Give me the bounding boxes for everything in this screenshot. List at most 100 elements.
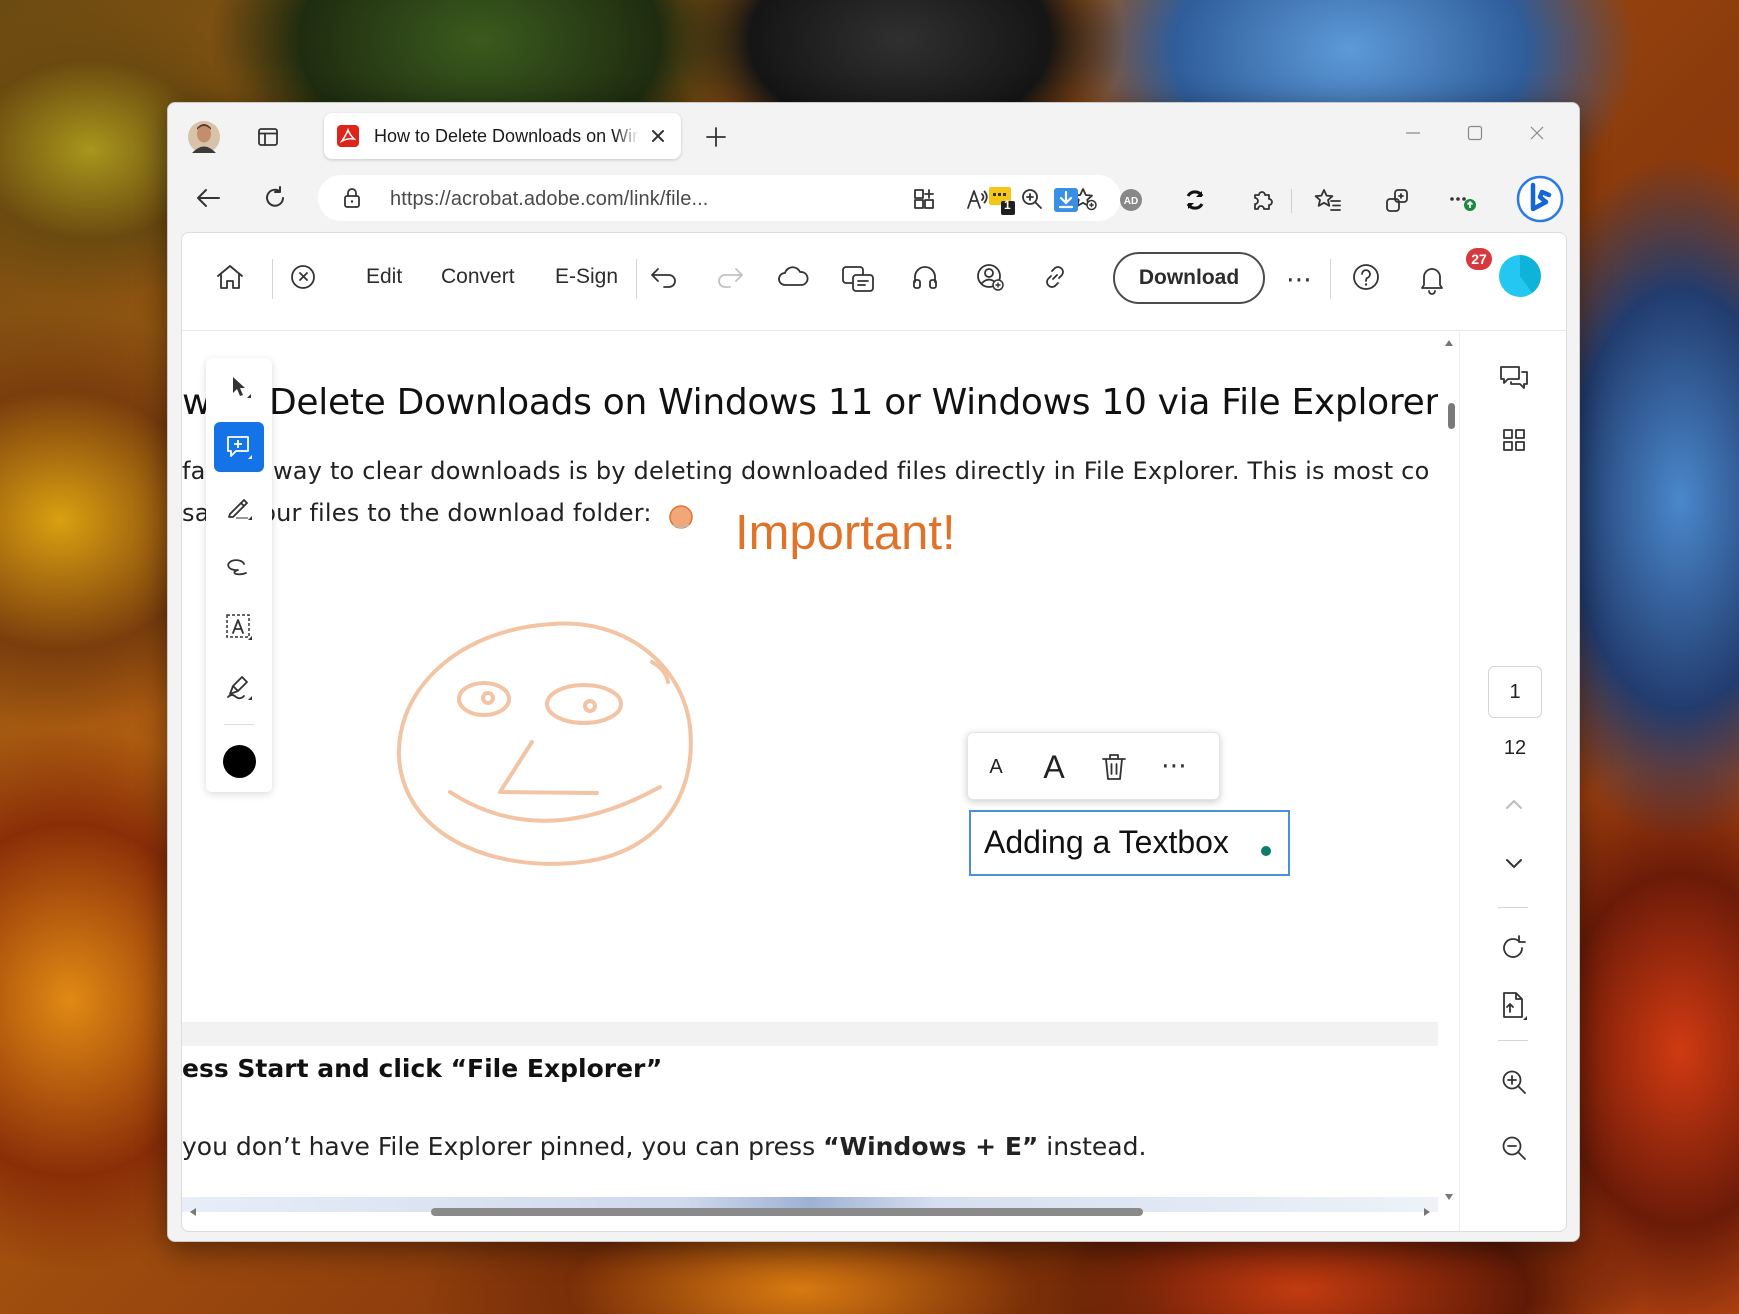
- rotate-icon[interactable]: [1492, 926, 1536, 970]
- home-icon[interactable]: [210, 257, 250, 297]
- zoom-in-icon[interactable]: [1492, 1060, 1536, 1104]
- notification-badge: 27: [1466, 248, 1492, 270]
- textbox-annotation[interactable]: Adding a Textbox: [969, 810, 1290, 876]
- new-tab-button[interactable]: [696, 117, 736, 157]
- rail-divider: [1498, 907, 1528, 908]
- pdf-page: w to Delete Downloads on Windows 11 or W…: [182, 332, 1438, 1212]
- tools-divider: [224, 724, 254, 725]
- toolbar-divider: [1330, 259, 1331, 299]
- read-aloud-headphones-icon[interactable]: [905, 257, 945, 297]
- draw-tool[interactable]: [214, 542, 264, 592]
- tab-title: How to Delete Downloads on Windows 11 or…: [374, 126, 639, 147]
- ai-assistant-icon[interactable]: [283, 257, 323, 297]
- acrobat-toolbar: Edit Convert E-Sign Download ⋯ 27: [182, 233, 1566, 331]
- step-paragraph: you don’t have File Explorer pinned, you…: [182, 1132, 1146, 1161]
- more-options-icon[interactable]: ⋯: [1279, 259, 1319, 299]
- annotation-tools-panel: [206, 358, 272, 792]
- download-extension-icon[interactable]: [1044, 178, 1088, 222]
- lock-icon[interactable]: [340, 186, 364, 210]
- close-window-button[interactable]: [1512, 113, 1562, 153]
- favorites-icon[interactable]: [1306, 178, 1350, 222]
- share-user-icon[interactable]: [970, 257, 1010, 297]
- highlight-tool[interactable]: [214, 482, 264, 532]
- shortcut-text: “Windows + E”: [823, 1132, 1039, 1161]
- link-icon[interactable]: [1035, 257, 1075, 297]
- download-button[interactable]: Download: [1113, 252, 1265, 304]
- edit-menu[interactable]: Edit: [366, 265, 402, 289]
- comments-panel-icon[interactable]: [1492, 356, 1536, 400]
- extensions-puzzle-icon[interactable]: [1240, 178, 1284, 222]
- sticky-notes-extension-icon[interactable]: 1: [980, 178, 1024, 222]
- textbox-content[interactable]: Adding a Textbox: [984, 824, 1229, 861]
- esign-menu[interactable]: E-Sign: [555, 265, 618, 289]
- important-annotation[interactable]: Important!: [735, 505, 956, 561]
- convert-menu[interactable]: Convert: [441, 265, 515, 289]
- document-heading: w to Delete Downloads on Windows 11 or W…: [182, 382, 1438, 423]
- add-text-tool[interactable]: [214, 602, 264, 652]
- user-avatar[interactable]: [1499, 255, 1541, 297]
- url-text[interactable]: https://acrobat.adobe.com/link/file...: [390, 188, 708, 211]
- profile-avatar[interactable]: [184, 117, 224, 157]
- shield-extension-icon[interactable]: AD: [1109, 178, 1153, 222]
- step-heading: ess Start and click “File Explorer”: [182, 1054, 663, 1083]
- vertical-scrollbar[interactable]: [1440, 332, 1458, 1212]
- thumbnails-icon[interactable]: [1492, 418, 1536, 462]
- scroll-left-arrow[interactable]: [186, 1205, 200, 1219]
- current-page-input[interactable]: 1: [1488, 666, 1542, 718]
- toolbar-divider: [636, 259, 637, 299]
- pdf-icon: [336, 124, 360, 148]
- step-text-end: instead.: [1038, 1132, 1147, 1161]
- extension-badge: 1: [1004, 198, 1011, 212]
- freehand-drawing[interactable]: [392, 612, 722, 882]
- textbox-resize-handle[interactable]: [1261, 846, 1271, 856]
- scroll-up-arrow[interactable]: [1442, 336, 1456, 350]
- sign-tool[interactable]: [214, 662, 264, 712]
- tab-actions-icon[interactable]: [248, 117, 288, 157]
- acrobat-viewer: Edit Convert E-Sign Download ⋯ 27 w to D…: [181, 232, 1567, 1232]
- text-format-toolbar: A A ⋯: [967, 732, 1220, 800]
- zoom-out-icon[interactable]: [1492, 1126, 1536, 1170]
- more-text-options-icon[interactable]: ⋯: [1152, 745, 1196, 785]
- toolbar-divider: [272, 259, 273, 299]
- cloud-icon[interactable]: [773, 257, 813, 297]
- help-icon[interactable]: [1346, 257, 1386, 297]
- active-tab[interactable]: How to Delete Downloads on Windows 11 or…: [324, 113, 681, 159]
- close-tab-icon[interactable]: [646, 124, 670, 148]
- select-tool[interactable]: [214, 362, 264, 412]
- toolbar-divider: [1291, 189, 1292, 213]
- collections-icon[interactable]: [1375, 178, 1419, 222]
- browser-window: How to Delete Downloads on Windows 11 or…: [167, 102, 1580, 1242]
- undo-icon[interactable]: [644, 257, 684, 297]
- add-comment-tool[interactable]: [214, 422, 264, 472]
- horizontal-scroll-thumb[interactable]: [431, 1208, 1143, 1216]
- minimize-button[interactable]: [1388, 113, 1438, 153]
- increase-font-size-button[interactable]: A: [1032, 745, 1076, 789]
- rail-divider: [1498, 1040, 1528, 1041]
- organize-pages-icon[interactable]: [1492, 984, 1536, 1028]
- color-picker[interactable]: [223, 745, 256, 778]
- settings-more-icon[interactable]: [1440, 178, 1484, 222]
- delete-icon[interactable]: [1094, 747, 1134, 787]
- notifications-bell-icon[interactable]: [1412, 257, 1452, 301]
- total-pages: 12: [1503, 737, 1527, 759]
- svg-text:AD: AD: [1124, 196, 1138, 207]
- right-rail: 1 12: [1459, 332, 1566, 1231]
- previous-page-icon[interactable]: [1494, 784, 1534, 824]
- app-available-icon[interactable]: [909, 184, 939, 214]
- back-button[interactable]: [188, 178, 228, 218]
- comment-marker-icon[interactable]: [666, 502, 696, 532]
- maximize-button[interactable]: [1450, 113, 1500, 153]
- copilot-icon[interactable]: [1512, 171, 1568, 227]
- refresh-button[interactable]: [255, 178, 295, 218]
- vertical-scroll-thumb[interactable]: [1448, 403, 1455, 429]
- sync-extension-icon[interactable]: [1173, 178, 1217, 222]
- paragraph-line: fastest way to clear downloads is by del…: [182, 457, 1430, 485]
- compare-files-icon[interactable]: [837, 257, 881, 301]
- scroll-down-arrow[interactable]: [1442, 1190, 1456, 1204]
- scroll-right-arrow[interactable]: [1420, 1205, 1434, 1219]
- redo-icon[interactable]: [710, 257, 750, 297]
- step-text: you don’t have File Explorer pinned, you…: [182, 1132, 824, 1161]
- page-separator: [182, 1022, 1438, 1046]
- decrease-font-size-button[interactable]: A: [976, 747, 1016, 787]
- next-page-icon[interactable]: [1494, 844, 1534, 884]
